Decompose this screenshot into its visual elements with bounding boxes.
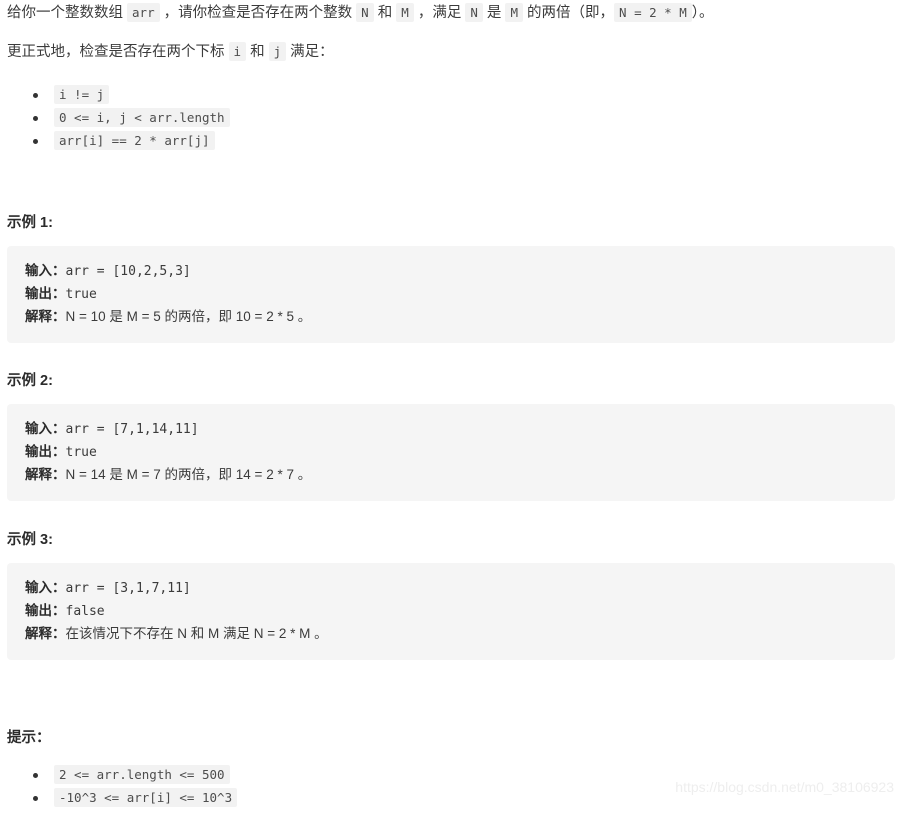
example-output: 输出：false: [25, 600, 895, 623]
example-input-label: 输入：: [25, 263, 66, 278]
example-input-value: arr = [3,1,7,11]: [65, 581, 191, 596]
example-input-label: 输入：: [25, 421, 66, 436]
inline-code: i != j: [54, 85, 110, 104]
example-output-value: true: [65, 287, 97, 302]
example-explanation-value: N = 14 是 M = 7 的两倍，即 14 = 2 * 7 。: [65, 467, 312, 482]
problem-paragraph-2: 更正式地，检查是否存在两个下标 i 和 j 满足：: [7, 41, 334, 63]
example-explanation-label: 解释：: [25, 467, 66, 482]
example-explanation-value: 在该情况下不存在 N 和 M 满足 N = 2 * M 。: [65, 626, 328, 641]
example-input: 输入：arr = [7,1,14,11]: [25, 418, 895, 441]
condition-list: i != j 0 <= i, j < arr.length arr[i] == 2 …: [27, 83, 230, 152]
hints-heading: 提示：: [7, 730, 51, 746]
example-code-block: 输入：arr = [10,2,5,3] 输出：true 解释：N = 10 是 M …: [7, 246, 895, 343]
problem-description-page: 给你一个整数数组 arr ，请你检查是否存在两个整数 N 和 M ，满足 N 是…: [0, 0, 903, 814]
inline-code: j: [268, 42, 287, 61]
example-explanation: 解释：在该情况下不存在 N 和 M 满足 N = 2 * M 。: [25, 623, 895, 646]
example-heading: 示例 3:: [7, 532, 53, 548]
condition-item: arr[i] == 2 * arr[j]: [27, 129, 230, 152]
paragraph-text: 和: [373, 5, 397, 21]
paragraph-text: ）。: [691, 5, 714, 21]
example-output-value: true: [65, 445, 97, 460]
example-code-block: 输入：arr = [3,1,7,11] 输出：false 解释：在该情况下不存在 N…: [7, 563, 895, 660]
hint-item: 2 <= arr.length <= 500: [27, 763, 237, 786]
paragraph-text: ，请你检查是否存在两个整数: [159, 5, 357, 21]
inline-code: N = 2 * M: [614, 3, 692, 22]
example-heading: 示例 1:: [7, 215, 53, 231]
example-explanation-label: 解释：: [25, 626, 66, 641]
example-output: 输出：true: [25, 283, 895, 306]
example-output-label: 输出：: [25, 444, 66, 459]
example-input-label: 输入：: [25, 580, 66, 595]
example-code-block: 输入：arr = [7,1,14,11] 输出：true 解释：N = 14 是 M…: [7, 404, 895, 501]
example-input-value: arr = [10,2,5,3]: [65, 264, 191, 279]
paragraph-text: 满足：: [286, 44, 334, 60]
condition-item: 0 <= i, j < arr.length: [27, 106, 230, 129]
csdn-watermark: https://blog.csdn.net/m0_38106923: [675, 779, 894, 795]
inline-code: arr[i] == 2 * arr[j]: [54, 131, 215, 150]
inline-code: -10^3 <= arr[i] <= 10^3: [54, 788, 238, 807]
example-output: 输出：true: [25, 441, 895, 464]
hint-item: -10^3 <= arr[i] <= 10^3: [27, 786, 238, 809]
inline-code: 2 <= arr.length <= 500: [54, 765, 230, 784]
paragraph-text: 是: [482, 5, 506, 21]
paragraph-text: 和: [246, 44, 269, 60]
example-explanation-label: 解释：: [25, 309, 66, 324]
inline-code: i: [228, 42, 247, 61]
example-output-label: 输出：: [25, 286, 66, 301]
example-output-value: false: [65, 604, 105, 619]
paragraph-text: ，满足: [413, 5, 466, 21]
paragraph-text: 的两倍（即，: [522, 5, 615, 21]
inline-code: 0 <= i, j < arr.length: [54, 108, 230, 127]
paragraph-text: 给你一个整数数组: [7, 5, 128, 21]
inline-code: M: [505, 3, 523, 22]
inline-code: N: [465, 3, 483, 22]
inline-code: arr: [127, 3, 160, 22]
example-output-label: 输出：: [25, 603, 66, 618]
example-explanation: 解释：N = 14 是 M = 7 的两倍，即 14 = 2 * 7 。: [25, 464, 895, 487]
example-explanation: 解释：N = 10 是 M = 5 的两倍，即 10 = 2 * 5 。: [25, 306, 895, 329]
paragraph-text: 更正式地，检查是否存在两个下标: [7, 44, 229, 60]
inline-code: N: [356, 3, 374, 22]
condition-item: i != j: [27, 83, 230, 106]
example-input-value: arr = [7,1,14,11]: [65, 422, 199, 437]
example-input: 输入：arr = [10,2,5,3]: [25, 260, 895, 283]
problem-paragraph-1: 给你一个整数数组 arr ，请你检查是否存在两个整数 N 和 M ，满足 N 是…: [7, 2, 714, 24]
example-heading: 示例 2:: [7, 373, 53, 389]
example-input: 输入：arr = [3,1,7,11]: [25, 577, 895, 600]
example-explanation-value: N = 10 是 M = 5 的两倍，即 10 = 2 * 5 。: [65, 309, 312, 324]
inline-code: M: [396, 3, 414, 22]
hint-list: 2 <= arr.length <= 500 -10^3 <= arr[i] <=…: [27, 763, 238, 809]
